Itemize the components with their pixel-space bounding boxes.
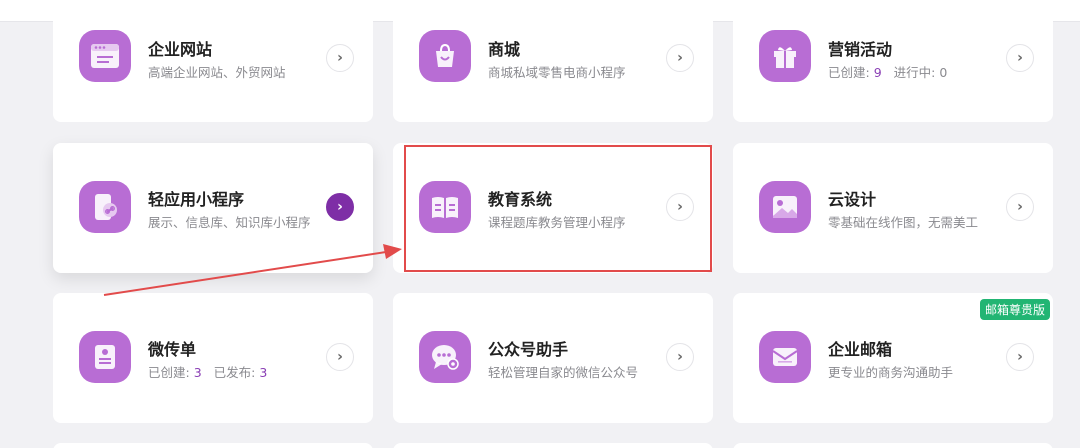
chevron-right-icon[interactable]: › [1006, 44, 1034, 72]
chevron-right-icon[interactable]: › [666, 343, 694, 371]
card-description: 展示、信息库、知识库小程序 [148, 215, 311, 230]
created-label: 已创建: [828, 65, 870, 80]
card-stats: 已创建: 9 进行中: 0 [828, 62, 947, 81]
premium-mail-badge: 邮箱尊贵版 [979, 299, 1050, 320]
created-count: 3 [193, 365, 202, 380]
card-partial[interactable] [53, 443, 373, 448]
card-stats: 已创建: 3 已发布: 3 [148, 362, 267, 381]
card-mall[interactable]: 商城 商城私域零售电商小程序 › [393, 0, 713, 122]
card-description: 商城私域零售电商小程序 [488, 65, 626, 80]
chevron-right-icon[interactable]: › [666, 44, 694, 72]
phone-link-icon [79, 181, 131, 233]
chevron-right-icon[interactable]: › [1006, 193, 1034, 221]
card-marketing[interactable]: 营销活动 已创建: 9 进行中: 0 › [733, 0, 1053, 122]
card-title: 微传单 [148, 340, 197, 359]
card-education-system[interactable]: 教育系统 课程题库教务管理小程序 › [393, 143, 713, 273]
created-count: 9 [873, 65, 882, 80]
card-partial[interactable] [733, 443, 1053, 448]
created-label: 已创建: [148, 365, 190, 380]
card-description: 轻松管理自家的微信公众号 [488, 365, 639, 380]
shopping-bag-icon [419, 30, 471, 82]
card-title: 企业网站 [148, 40, 213, 59]
card-wechat-assistant[interactable]: 公众号助手 轻松管理自家的微信公众号 › [393, 293, 713, 423]
card-light-app[interactable]: 轻应用小程序 展示、信息库、知识库小程序 › [53, 143, 373, 273]
running-count: 0 [939, 65, 948, 80]
running-label: 进行中: [893, 65, 936, 80]
card-enterprise-mail[interactable]: 邮箱尊贵版 企业邮箱 更专业的商务沟通助手 › [733, 293, 1053, 423]
card-title: 轻应用小程序 [148, 190, 245, 209]
card-description: 高端企业网站、外贸网站 [148, 65, 286, 80]
chevron-right-icon[interactable]: › [1006, 343, 1034, 371]
card-description: 课程题库教务管理小程序 [488, 215, 626, 230]
card-title: 教育系统 [488, 190, 553, 209]
chevron-right-icon[interactable]: › [666, 193, 694, 221]
card-cloud-design[interactable]: 云设计 零基础在线作图，无需美工 › [733, 143, 1053, 273]
card-title: 营销活动 [828, 40, 893, 59]
chevron-right-icon[interactable]: › [326, 343, 354, 371]
published-count: 3 [259, 365, 268, 380]
chevron-right-icon[interactable]: › [326, 193, 354, 221]
card-flyer[interactable]: 微传单 已创建: 3 已发布: 3 › [53, 293, 373, 423]
flyer-icon [79, 331, 131, 383]
card-enterprise-website[interactable]: 企业网站 高端企业网站、外贸网站 › [53, 0, 373, 122]
envelope-icon [759, 331, 811, 383]
card-title: 公众号助手 [488, 340, 569, 359]
card-title: 商城 [488, 40, 521, 59]
card-description: 更专业的商务沟通助手 [828, 365, 954, 380]
browser-window-icon [79, 30, 131, 82]
published-label: 已发布: [213, 365, 256, 380]
card-title: 企业邮箱 [828, 340, 893, 359]
card-description: 零基础在线作图，无需美工 [828, 215, 979, 230]
gift-icon [759, 30, 811, 82]
image-icon [759, 181, 811, 233]
open-book-icon [419, 181, 471, 233]
chat-bubble-icon [419, 331, 471, 383]
card-partial[interactable] [393, 443, 713, 448]
card-title: 云设计 [828, 190, 877, 209]
chevron-right-icon[interactable]: › [326, 44, 354, 72]
